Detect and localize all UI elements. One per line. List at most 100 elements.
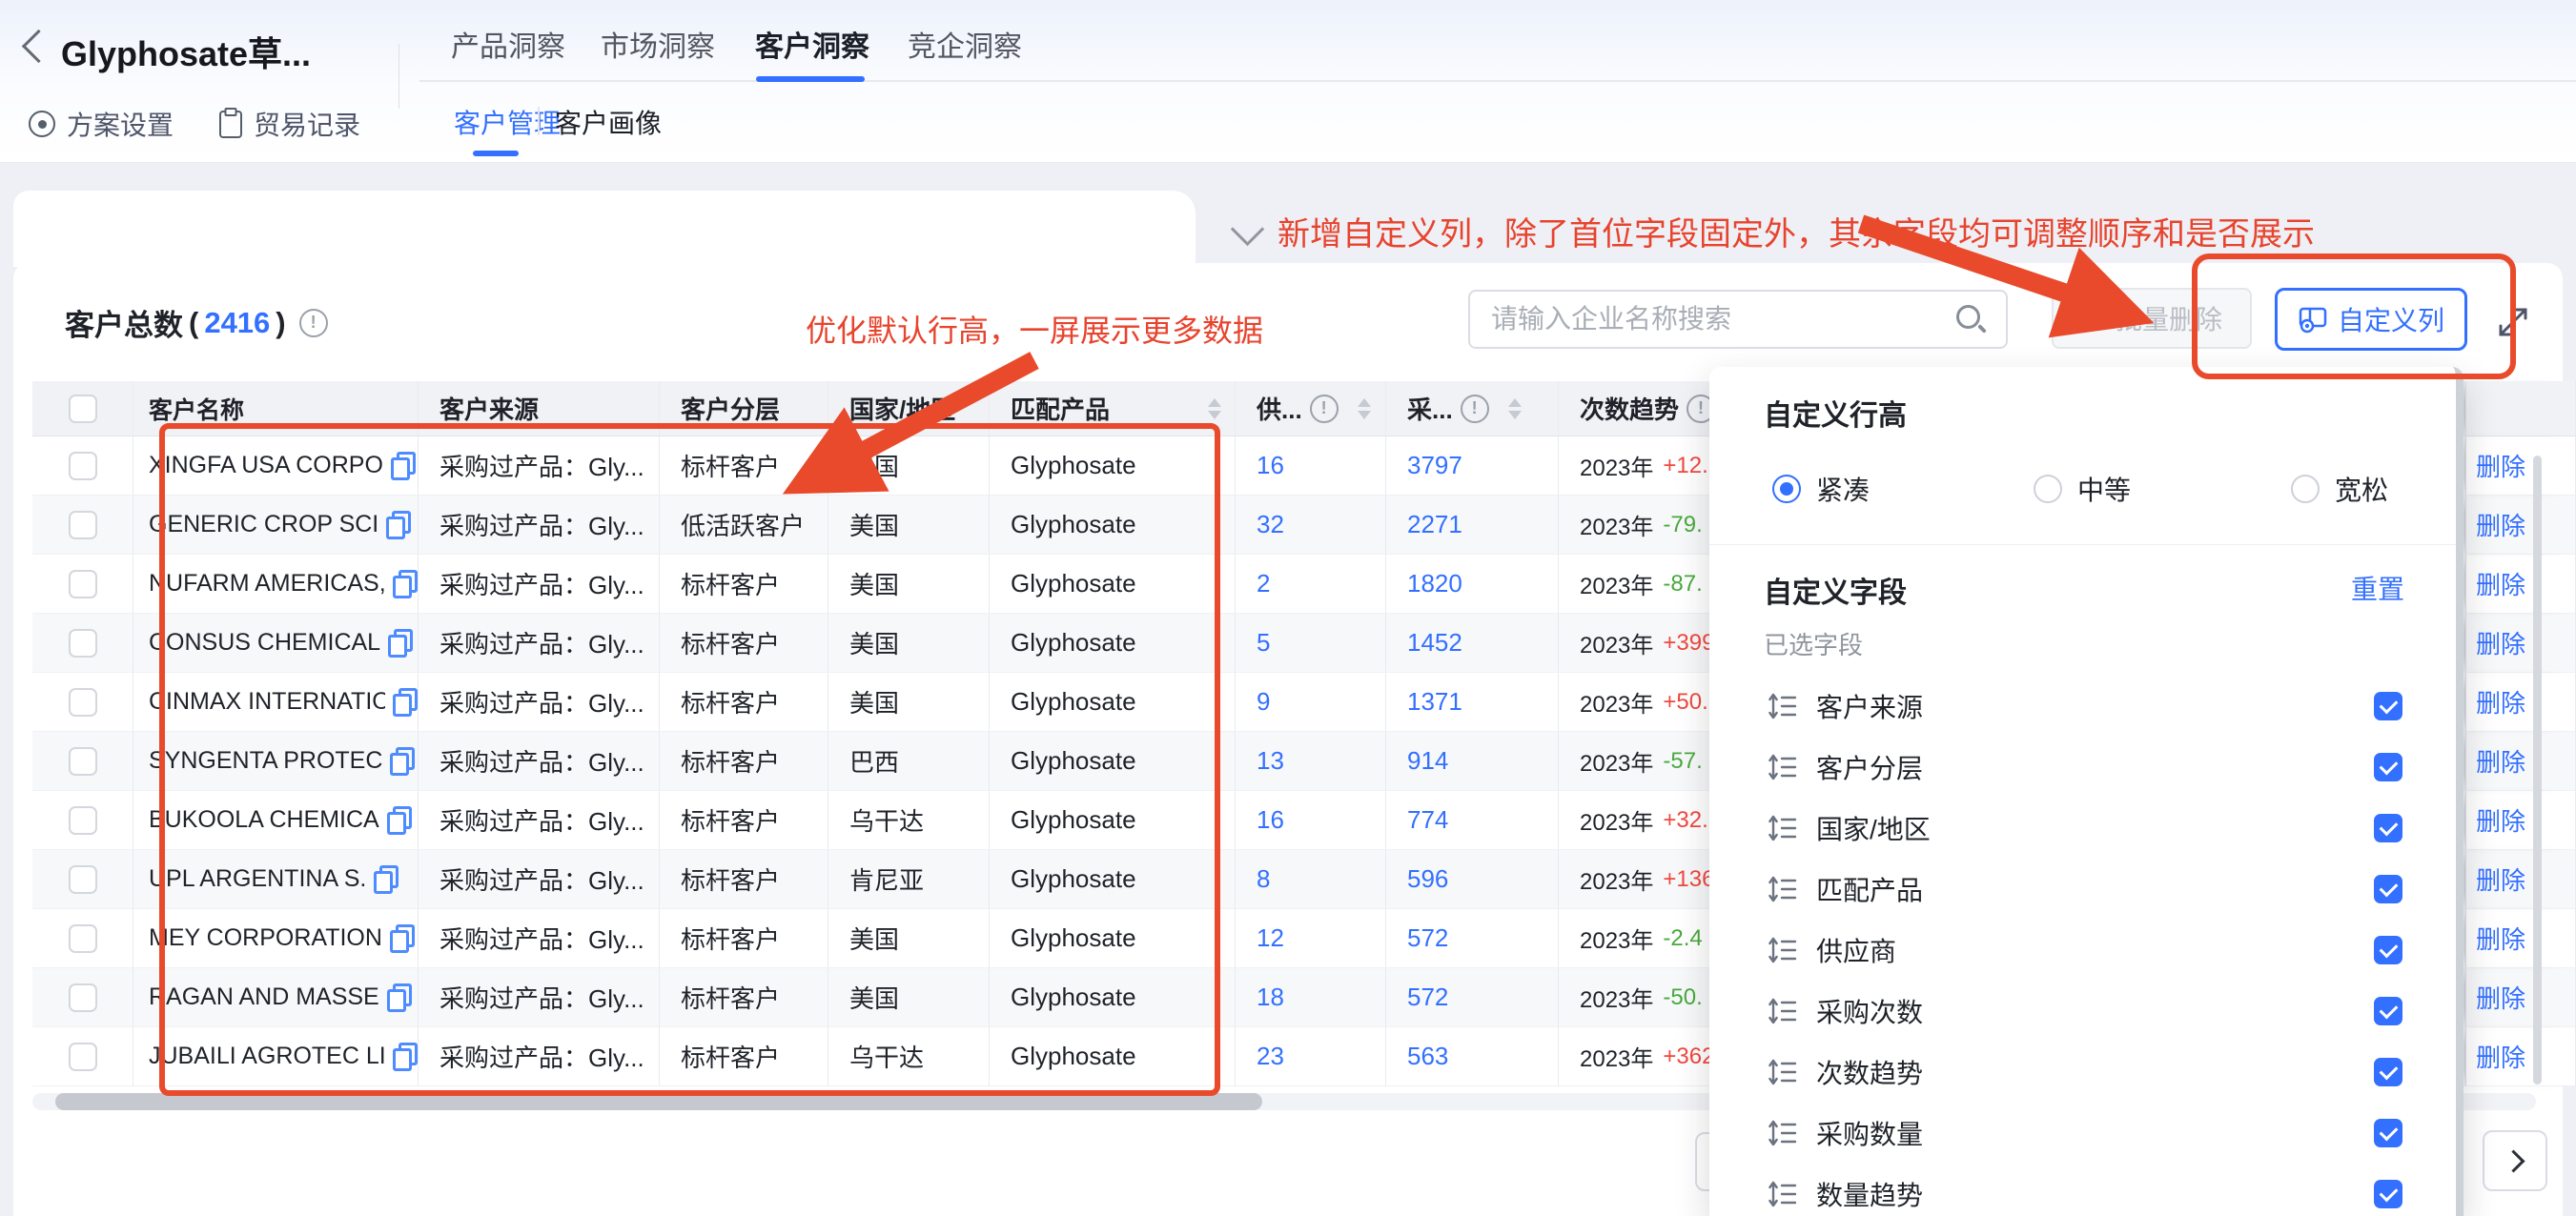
tab-product-insight[interactable]: 产品洞察 bbox=[451, 23, 565, 65]
field-checkbox-checked[interactable] bbox=[2374, 1119, 2402, 1147]
field-checkbox-checked[interactable] bbox=[2374, 997, 2402, 1025]
drag-handle-icon[interactable] bbox=[1767, 753, 1799, 781]
row-checkbox[interactable] bbox=[69, 806, 97, 835]
field-checkbox-checked[interactable] bbox=[2374, 936, 2402, 964]
drag-handle-icon[interactable] bbox=[1767, 692, 1799, 720]
field-item[interactable]: 采购次数 bbox=[1709, 981, 2456, 1042]
field-label: 客户分层 bbox=[1816, 748, 1923, 786]
trade-records-button[interactable]: 贸易记录 bbox=[219, 105, 360, 143]
delete-row-link[interactable]: 删除 bbox=[2476, 448, 2525, 483]
delete-row-link[interactable]: 删除 bbox=[2476, 625, 2525, 660]
purchase-count-cell[interactable]: 1452 bbox=[1386, 614, 1559, 673]
field-item[interactable]: 采购数量 bbox=[1709, 1103, 2456, 1164]
delete-row-link[interactable]: 删除 bbox=[2476, 921, 2525, 956]
row-checkbox[interactable] bbox=[69, 1043, 97, 1071]
suppliers-cell[interactable]: 16 bbox=[1236, 791, 1386, 850]
row-checkbox[interactable] bbox=[69, 865, 97, 894]
info-icon[interactable]: ! bbox=[299, 309, 328, 337]
delete-row-link[interactable]: 删除 bbox=[2476, 1039, 2525, 1074]
field-checkbox-checked[interactable] bbox=[2374, 692, 2402, 720]
row-checkbox[interactable] bbox=[69, 511, 97, 539]
info-icon[interactable]: ! bbox=[1461, 395, 1489, 423]
tab-customer-insight[interactable]: 客户洞察 bbox=[755, 23, 869, 65]
field-checkbox-checked[interactable] bbox=[2374, 1180, 2402, 1208]
reset-link[interactable]: 重置 bbox=[2351, 569, 2404, 607]
row-checkbox[interactable] bbox=[69, 570, 97, 598]
tab-competitor-insight[interactable]: 竞企洞察 bbox=[908, 23, 1022, 65]
select-all-checkbox[interactable] bbox=[69, 395, 97, 423]
delete-row-link[interactable]: 删除 bbox=[2476, 980, 2525, 1015]
subtab-customer-profile[interactable]: 客户画像 bbox=[555, 103, 662, 141]
header-purchase-count[interactable]: 采... ! bbox=[1386, 381, 1559, 436]
row-checkbox[interactable] bbox=[69, 688, 97, 717]
info-icon[interactable]: ! bbox=[1310, 395, 1339, 423]
row-checkbox[interactable] bbox=[69, 452, 97, 480]
purchase-count-cell[interactable]: 1820 bbox=[1386, 555, 1559, 614]
suppliers-cell[interactable]: 5 bbox=[1236, 614, 1386, 673]
radio-medium[interactable]: 中等 bbox=[2034, 470, 2131, 508]
sort-icon[interactable] bbox=[1358, 398, 1371, 419]
suppliers-cell[interactable]: 16 bbox=[1236, 436, 1386, 496]
field-checkbox-checked[interactable] bbox=[2374, 753, 2402, 781]
purchase-count-cell[interactable]: 2271 bbox=[1386, 496, 1559, 555]
pagination-next-button[interactable] bbox=[2483, 1130, 2547, 1191]
radio-icon[interactable] bbox=[2291, 475, 2320, 503]
drag-handle-icon[interactable] bbox=[1767, 875, 1799, 903]
row-checkbox[interactable] bbox=[69, 629, 97, 658]
field-checkbox-checked[interactable] bbox=[2374, 875, 2402, 903]
field-item[interactable]: 数量趋势 bbox=[1709, 1164, 2456, 1216]
field-item[interactable]: 供应商 bbox=[1709, 920, 2456, 981]
field-checkbox-checked[interactable] bbox=[2374, 814, 2402, 842]
suppliers-cell[interactable]: 2 bbox=[1236, 555, 1386, 614]
drag-handle-icon[interactable] bbox=[1767, 1058, 1799, 1086]
field-item[interactable]: 客户来源 bbox=[1709, 676, 2456, 737]
drag-handle-icon[interactable] bbox=[1767, 1119, 1799, 1147]
vertical-scrollbar-thumb[interactable] bbox=[2533, 456, 2542, 1084]
field-item[interactable]: 次数趋势 bbox=[1709, 1042, 2456, 1103]
field-item[interactable]: 国家/地区 bbox=[1709, 798, 2456, 859]
purchase-count-cell[interactable]: 563 bbox=[1386, 1027, 1559, 1086]
radio-selected-icon[interactable] bbox=[1772, 475, 1801, 503]
sort-icon[interactable] bbox=[1508, 398, 1522, 419]
drag-handle-icon[interactable] bbox=[1767, 814, 1799, 842]
delete-row-link[interactable]: 删除 bbox=[2476, 743, 2525, 779]
delete-row-link[interactable]: 删除 bbox=[2476, 861, 2525, 897]
back-icon[interactable] bbox=[22, 30, 55, 63]
purchase-count-cell[interactable]: 3797 bbox=[1386, 436, 1559, 496]
delete-row-link[interactable]: 删除 bbox=[2476, 802, 2525, 838]
delete-row-link[interactable]: 删除 bbox=[2476, 684, 2525, 719]
drag-handle-icon[interactable] bbox=[1767, 936, 1799, 964]
chevron-down-icon[interactable] bbox=[1231, 213, 1264, 246]
radio-loose[interactable]: 宽松 bbox=[2291, 470, 2388, 508]
scheme-settings-button[interactable]: 方案设置 bbox=[29, 105, 174, 143]
row-checkbox[interactable] bbox=[69, 924, 97, 953]
radio-icon[interactable] bbox=[2034, 475, 2062, 503]
suppliers-cell[interactable]: 8 bbox=[1236, 850, 1386, 909]
field-item[interactable]: 匹配产品 bbox=[1709, 859, 2456, 920]
field-item[interactable]: 客户分层 bbox=[1709, 737, 2456, 798]
suppliers-cell[interactable]: 32 bbox=[1236, 496, 1386, 555]
suppliers-cell[interactable]: 12 bbox=[1236, 909, 1386, 968]
row-checkbox[interactable] bbox=[69, 747, 97, 776]
drag-handle-icon[interactable] bbox=[1767, 1180, 1799, 1208]
row-checkbox[interactable] bbox=[69, 983, 97, 1012]
purchase-count-cell[interactable]: 914 bbox=[1386, 732, 1559, 791]
suppliers-cell[interactable]: 13 bbox=[1236, 732, 1386, 791]
subtab-customer-management[interactable]: 客户管理 bbox=[454, 103, 561, 141]
field-checkbox-checked[interactable] bbox=[2374, 1058, 2402, 1086]
sort-icon[interactable] bbox=[1208, 398, 1221, 419]
purchase-count-cell[interactable]: 572 bbox=[1386, 968, 1559, 1027]
suppliers-cell[interactable]: 9 bbox=[1236, 673, 1386, 732]
header-suppliers[interactable]: 供... ! bbox=[1236, 381, 1386, 436]
purchase-count-cell[interactable]: 774 bbox=[1386, 791, 1559, 850]
radio-compact[interactable]: 紧凑 bbox=[1772, 470, 1870, 508]
tab-market-insight[interactable]: 市场洞察 bbox=[601, 23, 715, 65]
delete-row-link[interactable]: 删除 bbox=[2476, 507, 2525, 542]
suppliers-cell[interactable]: 23 bbox=[1236, 1027, 1386, 1086]
purchase-count-cell[interactable]: 572 bbox=[1386, 909, 1559, 968]
delete-row-link[interactable]: 删除 bbox=[2476, 566, 2525, 601]
purchase-count-cell[interactable]: 596 bbox=[1386, 850, 1559, 909]
suppliers-cell[interactable]: 18 bbox=[1236, 968, 1386, 1027]
purchase-count-cell[interactable]: 1371 bbox=[1386, 673, 1559, 732]
drag-handle-icon[interactable] bbox=[1767, 997, 1799, 1025]
